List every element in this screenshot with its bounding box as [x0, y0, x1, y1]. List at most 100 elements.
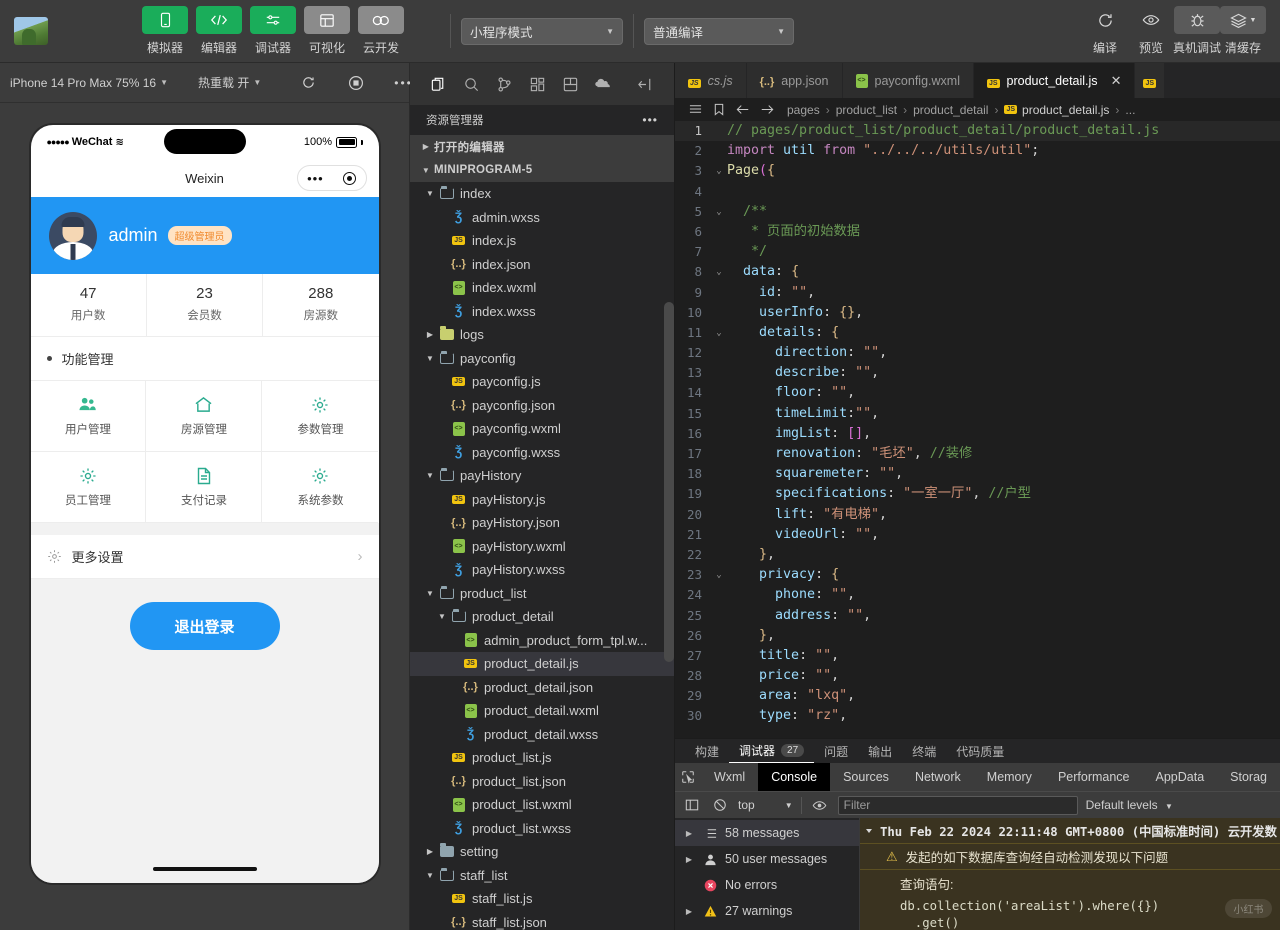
menu-dots-icon[interactable]: •••	[307, 172, 324, 185]
hot-reload-select[interactable]: 热重载 开	[198, 74, 249, 91]
capsule-buttons[interactable]: •••	[297, 165, 367, 191]
panel-tab-终端[interactable]: 终端	[902, 739, 946, 763]
tree-item-payconfig[interactable]: ▼ payconfig	[410, 347, 674, 371]
devtools-tab-Wxml[interactable]: Wxml	[701, 763, 758, 791]
breadcrumb-item-3[interactable]: product_detail.js	[1022, 103, 1109, 117]
tree-item-index.wxss[interactable]: Ǯ index.wxss	[410, 300, 674, 324]
logout-button[interactable]: 退出登录	[130, 602, 280, 650]
simulator-refresh-button[interactable]	[301, 75, 316, 90]
tree-item-payHistory.wxss[interactable]: Ǯ payHistory.wxss	[410, 558, 674, 582]
tree-item-product_detail.wxml[interactable]: <> product_detail.wxml	[410, 699, 674, 723]
editor-tab-product_detail.js[interactable]: JS product_detail.js ✕	[974, 63, 1136, 98]
chevron-right-icon[interactable]: ▶	[683, 907, 695, 916]
tree-item-index.js[interactable]: JS index.js	[410, 229, 674, 253]
tree-item-staff_list.js[interactable]: JS staff_list.js	[410, 887, 674, 911]
back-arrow-icon[interactable]	[731, 103, 755, 116]
panel-tab-构建[interactable]: 构建	[685, 739, 729, 763]
tree-item-product_detail.wxss[interactable]: Ǯ product_detail.wxss	[410, 723, 674, 747]
fold-chevron-icon[interactable]: ⌄	[711, 161, 727, 181]
tree-item-staff_list.json[interactable]: {..} staff_list.json	[410, 911, 674, 930]
eye-icon[interactable]	[810, 798, 830, 813]
tree-item-product_list[interactable]: ▼ product_list	[410, 582, 674, 606]
explorer-scrollbar[interactable]	[664, 302, 674, 662]
chevron-right-icon[interactable]: ▶	[683, 855, 695, 864]
project-section[interactable]: ▼ MINIPROGRAM-5	[410, 159, 674, 183]
action-真机调试[interactable]: 真机调试	[1174, 6, 1220, 56]
editor-tab-cs.js[interactable]: JS cs.js	[675, 63, 747, 98]
console-sidebar-user-icon[interactable]: ▶ 50 user messages	[675, 846, 859, 872]
tree-item-payHistory.js[interactable]: JS payHistory.js	[410, 488, 674, 512]
panel-tab-输出[interactable]: 输出	[858, 739, 902, 763]
grid-item-3[interactable]: 员工管理	[31, 452, 147, 523]
tree-item-staff_list[interactable]: ▼ staff_list	[410, 864, 674, 888]
tree-item-index.wxml[interactable]: <> index.wxml	[410, 276, 674, 300]
tree-item-payconfig.wxml[interactable]: <> payconfig.wxml	[410, 417, 674, 441]
panel-tab-调试器[interactable]: 调试器 27	[729, 739, 814, 763]
open-editors-section[interactable]: ▶ 打开的编辑器	[410, 135, 674, 159]
chevron-down-icon[interactable]: ▼	[434, 612, 450, 621]
tree-item-admin_product_form_tpl.w...[interactable]: <> admin_product_form_tpl.w...	[410, 629, 674, 653]
chevron-down-icon[interactable]: ▼	[422, 189, 438, 198]
panel-tab-问题[interactable]: 问题	[814, 739, 858, 763]
more-settings-row[interactable]: 更多设置 ›	[31, 535, 379, 579]
panel-tab-代码质量[interactable]: 代码质量	[946, 739, 1014, 763]
simulator-stop-button[interactable]	[348, 75, 364, 91]
editor-tab-payconfig.wxml[interactable]: <> payconfig.wxml	[843, 63, 974, 98]
close-target-icon[interactable]	[343, 172, 356, 185]
tree-item-index.json[interactable]: {..} index.json	[410, 253, 674, 277]
chevron-down-icon[interactable]: ▼	[422, 871, 438, 880]
chevron-down-icon[interactable]: ▼	[422, 354, 438, 363]
tree-item-admin.wxss[interactable]: Ǯ admin.wxss	[410, 206, 674, 230]
chevron-right-icon[interactable]: ▶	[422, 847, 438, 856]
tree-item-payHistory.json[interactable]: {..} payHistory.json	[410, 511, 674, 535]
fold-chevron-icon[interactable]: ⌄	[711, 323, 727, 343]
tree-item-payconfig.wxss[interactable]: Ǯ payconfig.wxss	[410, 441, 674, 465]
mode-云开发[interactable]: 云开发	[358, 6, 404, 56]
layout-icon[interactable]	[554, 63, 587, 105]
tree-item-payHistory[interactable]: ▼ payHistory	[410, 464, 674, 488]
context-select[interactable]: top ▼	[738, 798, 793, 812]
mode-select[interactable]: 小程序模式 ▼	[461, 18, 623, 45]
devtools-tab-Memory[interactable]: Memory	[974, 763, 1045, 791]
tree-item-product_detail.json[interactable]: {..} product_detail.json	[410, 676, 674, 700]
devtools-tab-AppData[interactable]: AppData	[1143, 763, 1218, 791]
devtools-tab-Sources[interactable]: Sources	[830, 763, 902, 791]
collapse-panel-icon[interactable]	[629, 63, 662, 105]
chevron-down-icon[interactable]: ▼	[422, 471, 438, 480]
breadcrumb-item-2[interactable]: product_detail	[913, 103, 988, 117]
editor-tab-app.json[interactable]: {..} app.json	[747, 63, 843, 98]
tree-item-product_list.js[interactable]: JS product_list.js	[410, 746, 674, 770]
forward-arrow-icon[interactable]	[755, 103, 779, 116]
tree-item-product_list.wxml[interactable]: <> product_list.wxml	[410, 793, 674, 817]
grid-item-2[interactable]: 参数管理	[262, 381, 378, 452]
action-编译[interactable]: 编译	[1082, 6, 1128, 56]
extensions-icon[interactable]	[521, 63, 554, 105]
console-sidebar-warning-icon[interactable]: ▶ 27 warnings	[675, 898, 859, 924]
tree-item-product_list.wxss[interactable]: Ǯ product_list.wxss	[410, 817, 674, 841]
tree-item-setting[interactable]: ▶ setting	[410, 840, 674, 864]
tree-item-payHistory.wxml[interactable]: <> payHistory.wxml	[410, 535, 674, 559]
close-icon[interactable]: ✕	[1111, 73, 1122, 89]
tree-item-product_detail.js[interactable]: JS product_detail.js	[410, 652, 674, 676]
devtools-tab-Network[interactable]: Network	[902, 763, 974, 791]
fold-chevron-icon[interactable]: ⌄	[711, 202, 727, 222]
log-level-select[interactable]: Default levels ▼	[1086, 798, 1173, 812]
compile-select[interactable]: 普通编译 ▼	[644, 18, 794, 45]
more-icon[interactable]: •••	[642, 113, 658, 127]
clear-console-icon[interactable]	[710, 798, 730, 812]
action-预览[interactable]: 预览	[1128, 6, 1174, 56]
tree-item-logs[interactable]: ▶ logs	[410, 323, 674, 347]
console-output[interactable]: Thu Feb 22 2024 22:11:48 GMT+0800 (中国标准时…	[860, 818, 1280, 930]
tree-item-payconfig.js[interactable]: JS payconfig.js	[410, 370, 674, 394]
code-area[interactable]: 1 // pages/product_list/product_detail/p…	[675, 121, 1280, 738]
console-sidebar-error-icon[interactable]: No errors	[675, 872, 859, 898]
console-sidebar-list-icon[interactable]: ▶ 58 messages	[675, 820, 859, 846]
outline-icon[interactable]	[683, 103, 707, 116]
mode-模拟器[interactable]: 模拟器	[142, 6, 188, 56]
console-group-header[interactable]: Thu Feb 22 2024 22:11:48 GMT+0800 (中国标准时…	[860, 818, 1280, 844]
files-icon[interactable]	[422, 63, 455, 105]
sidebar-toggle-icon[interactable]	[682, 798, 702, 812]
grid-item-0[interactable]: 用户管理	[31, 381, 147, 452]
devtools-tab-Performance[interactable]: Performance	[1045, 763, 1143, 791]
breadcrumb-item-4[interactable]: ...	[1125, 103, 1135, 117]
